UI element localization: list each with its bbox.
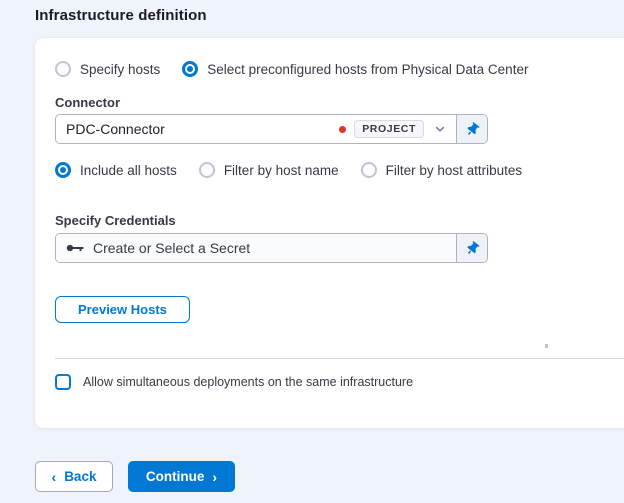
host-filter-radio-group: Include all hosts Filter by host name Fi… xyxy=(55,162,522,178)
radio-icon[interactable] xyxy=(360,162,377,178)
preview-hosts-button[interactable]: Preview Hosts xyxy=(55,296,190,323)
radio-icon[interactable] xyxy=(55,162,71,178)
key-icon xyxy=(66,241,85,255)
secret-value-area[interactable]: Create or Select a Secret xyxy=(56,234,456,262)
radio-select-preconfigured-hosts[interactable]: Select preconfigured hosts from Physical… xyxy=(182,61,528,77)
radio-label: Filter by host name xyxy=(223,162,339,178)
radio-label: Select preconfigured hosts from Physical… xyxy=(207,61,529,77)
radio-icon[interactable] xyxy=(55,61,71,77)
host-mode-radio-group: Specify hosts Select preconfigured hosts… xyxy=(55,61,528,77)
infrastructure-definition-card: Specify hosts Select preconfigured hosts… xyxy=(35,38,624,428)
specify-credentials-label: Specify Credentials xyxy=(55,213,176,228)
radio-specify-hosts[interactable]: Specify hosts xyxy=(55,61,160,77)
chevron-right-icon: › xyxy=(212,468,218,485)
connector-select: PDC-Connector PROJECT xyxy=(55,114,488,144)
continue-button[interactable]: Continue › xyxy=(128,461,235,492)
checkbox-icon[interactable] xyxy=(55,374,71,390)
simultaneous-deployments-option[interactable]: Allow simultaneous deployments on the sa… xyxy=(55,374,413,390)
continue-button-label: Continue xyxy=(145,469,205,484)
radio-include-all-hosts[interactable]: Include all hosts xyxy=(55,162,177,178)
radio-filter-by-host-name[interactable]: Filter by host name xyxy=(198,162,339,178)
radio-label: Include all hosts xyxy=(80,162,177,178)
radio-filter-by-host-attributes[interactable]: Filter by host attributes xyxy=(360,162,523,178)
connector-pin-button[interactable] xyxy=(456,115,487,143)
radio-label: Specify hosts xyxy=(80,61,161,77)
chevron-left-icon: ‹ xyxy=(51,468,57,485)
pushpin-icon xyxy=(466,240,479,254)
back-button-label: Back xyxy=(64,469,97,484)
secret-select: Create or Select a Secret xyxy=(55,233,488,263)
chevron-down-icon[interactable] xyxy=(432,123,448,135)
page-title: Infrastructure definition xyxy=(35,7,207,24)
radio-icon[interactable] xyxy=(198,162,215,178)
radio-label: Filter by host attributes xyxy=(385,162,523,178)
stray-mark xyxy=(545,344,548,348)
divider xyxy=(55,358,624,359)
secret-pin-button[interactable] xyxy=(456,234,487,262)
secret-placeholder: Create or Select a Secret xyxy=(93,240,251,256)
radio-icon[interactable] xyxy=(182,61,199,77)
checkbox-label: Allow simultaneous deployments on the sa… xyxy=(83,375,414,389)
connector-value: PDC-Connector xyxy=(66,121,165,137)
back-button[interactable]: ‹ Back xyxy=(35,461,113,492)
required-error-dot xyxy=(339,125,347,133)
pushpin-icon xyxy=(466,121,479,135)
connector-label: Connector xyxy=(55,95,120,110)
connector-value-area[interactable]: PDC-Connector PROJECT xyxy=(56,115,456,143)
scope-badge: PROJECT xyxy=(354,119,424,139)
